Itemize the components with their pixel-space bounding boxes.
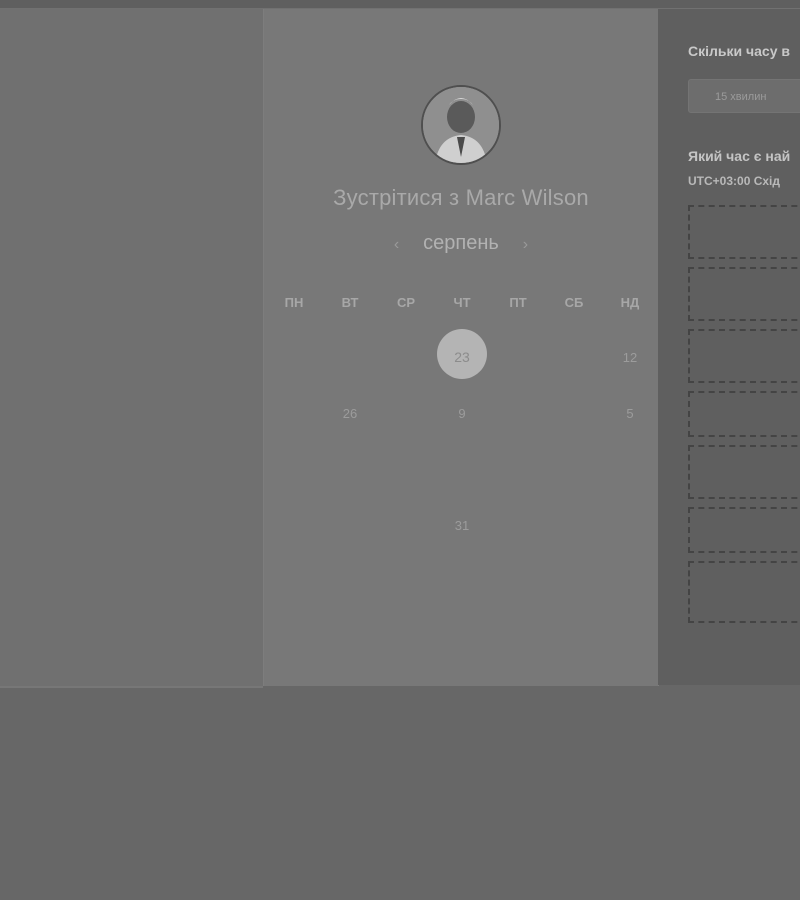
timezone-selector[interactable]: UTC+03:00 Схід bbox=[688, 174, 780, 188]
calendar-day[interactable]: 12 bbox=[602, 329, 658, 385]
calendar-day[interactable] bbox=[266, 553, 322, 609]
weekday-label: ПТ bbox=[509, 295, 527, 310]
time-slot-button[interactable] bbox=[688, 561, 800, 623]
calendar-day[interactable] bbox=[546, 329, 602, 385]
calendar-day[interactable] bbox=[266, 609, 322, 665]
calendar-week bbox=[266, 553, 658, 609]
calendar-day-selected[interactable]: 23 bbox=[434, 329, 490, 385]
calendar-day[interactable] bbox=[602, 497, 658, 553]
calendar-day[interactable] bbox=[490, 441, 546, 497]
calendar-day[interactable] bbox=[378, 385, 434, 441]
time-slot-button[interactable] bbox=[688, 445, 800, 499]
weekday-label: ПН bbox=[284, 295, 304, 310]
calendar-day[interactable] bbox=[602, 553, 658, 609]
timezone-question: Який час є най bbox=[688, 148, 791, 164]
calendar-week: 26 9 5 bbox=[266, 385, 658, 441]
weekday-label: СР bbox=[396, 295, 416, 310]
calendar-day[interactable] bbox=[490, 385, 546, 441]
calendar-day[interactable] bbox=[434, 441, 490, 497]
window-top-bar bbox=[0, 0, 800, 9]
calendar-day[interactable] bbox=[322, 329, 378, 385]
weekday-label: ЧТ bbox=[453, 295, 471, 310]
time-slot-button[interactable] bbox=[688, 391, 800, 437]
time-slot-button[interactable] bbox=[688, 205, 800, 259]
calendar-day[interactable] bbox=[322, 441, 378, 497]
calendar-day[interactable] bbox=[546, 441, 602, 497]
calendar-week bbox=[266, 609, 658, 665]
calendar-day[interactable]: 5 bbox=[602, 385, 658, 441]
weekday-label: ВТ bbox=[341, 295, 359, 310]
calendar-day[interactable] bbox=[266, 441, 322, 497]
calendar-day[interactable] bbox=[378, 553, 434, 609]
calendar-day[interactable] bbox=[434, 609, 490, 665]
calendar-day[interactable] bbox=[266, 329, 322, 385]
calendar-day[interactable] bbox=[266, 385, 322, 441]
calendar-week: 31 bbox=[266, 497, 658, 553]
duration-select[interactable]: 15 хвилин bbox=[688, 79, 800, 113]
calendar-week: 23 12 bbox=[266, 329, 658, 385]
chevron-right-icon[interactable]: › bbox=[514, 236, 536, 254]
calendar-day[interactable] bbox=[490, 609, 546, 665]
calendar-day[interactable] bbox=[322, 553, 378, 609]
person-avatar-icon bbox=[423, 87, 499, 163]
calendar-day[interactable] bbox=[378, 329, 434, 385]
month-label: серпень bbox=[423, 232, 499, 254]
calendar-day[interactable] bbox=[546, 609, 602, 665]
calendar-day[interactable]: 31 bbox=[434, 497, 490, 553]
calendar-week bbox=[266, 441, 658, 497]
calendar-day[interactable] bbox=[490, 329, 546, 385]
calendar-day[interactable] bbox=[546, 497, 602, 553]
calendar-day[interactable] bbox=[546, 553, 602, 609]
calendar-grid: 23 12 26 9 5 31 bbox=[266, 329, 658, 665]
time-slot-button[interactable] bbox=[688, 329, 800, 383]
calendar-day[interactable] bbox=[490, 497, 546, 553]
calendar-day[interactable] bbox=[602, 609, 658, 665]
chevron-left-icon[interactable]: ‹ bbox=[386, 236, 408, 254]
weekday-header: ПН ВТ СР ЧТ ПТ СБ НД bbox=[266, 295, 658, 310]
weekday-label: СБ bbox=[564, 295, 584, 310]
calendar-day[interactable] bbox=[602, 441, 658, 497]
calendar-day[interactable]: 26 bbox=[322, 385, 378, 441]
scheduling-panel: Скільки часу в 15 хвилин Який час є най … bbox=[658, 9, 800, 685]
page-title: Зустрітися з Marc Wilson bbox=[333, 185, 589, 210]
calendar-day[interactable] bbox=[266, 497, 322, 553]
calendar-day[interactable] bbox=[546, 385, 602, 441]
left-panel bbox=[0, 9, 263, 688]
calendar-day[interactable] bbox=[378, 497, 434, 553]
calendar-day[interactable] bbox=[378, 441, 434, 497]
time-slot-button[interactable] bbox=[688, 267, 800, 321]
calendar-day[interactable] bbox=[490, 553, 546, 609]
time-slot-button[interactable] bbox=[688, 507, 800, 553]
calendar-day[interactable] bbox=[434, 553, 490, 609]
calendar-day[interactable]: 9 bbox=[434, 385, 490, 441]
duration-question: Скільки часу в bbox=[688, 43, 790, 59]
calendar-day[interactable] bbox=[322, 497, 378, 553]
selected-day-label: 23 bbox=[454, 349, 470, 365]
booking-card: Зустрітися з Marc Wilson ‹ серпень › ПН … bbox=[263, 9, 659, 686]
calendar-day[interactable] bbox=[322, 609, 378, 665]
weekday-label: НД bbox=[620, 295, 640, 310]
avatar bbox=[421, 85, 501, 165]
calendar-day[interactable] bbox=[378, 609, 434, 665]
month-navigation: ‹ серпень › bbox=[264, 232, 658, 255]
